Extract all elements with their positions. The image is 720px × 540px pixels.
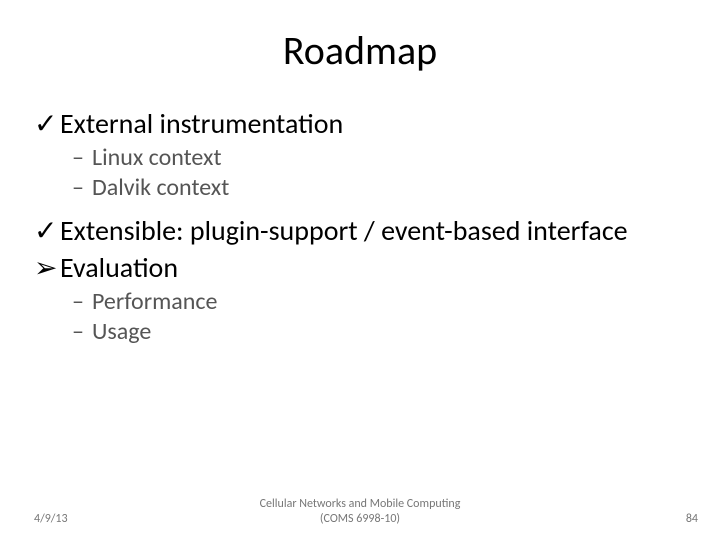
dash-icon: – — [72, 143, 92, 173]
bullet-level2: –Dalvik context — [72, 173, 690, 203]
bullet-text: Linux context — [92, 143, 222, 172]
bullet-text: Performance — [92, 287, 217, 316]
dash-icon: – — [72, 317, 92, 347]
footer-center: Cellular Networks and Mobile Computing (… — [0, 497, 720, 526]
check-icon: ✓ — [34, 213, 60, 248]
footer-center-line2: (COMS 6998-10) — [0, 512, 720, 526]
footer-center-line1: Cellular Networks and Mobile Computing — [0, 497, 720, 511]
bullet-level1: ✓External instrumentation — [34, 106, 690, 141]
bullet-text: Usage — [92, 317, 151, 346]
bullet-text: External instrumentation — [60, 106, 343, 141]
bullet-level1: ➢Evaluation — [34, 250, 690, 285]
slide-title: Roadmap — [0, 0, 720, 75]
bullet-text: Evaluation — [60, 250, 178, 285]
bullet-level2: –Usage — [72, 317, 690, 347]
footer-page-number: 84 — [686, 512, 698, 526]
slide-content: ✓External instrumentation –Linux context… — [34, 106, 690, 357]
dash-icon: – — [72, 173, 92, 203]
bullet-group-1: ✓External instrumentation –Linux context… — [34, 106, 690, 203]
bullet-level2: –Linux context — [72, 143, 690, 173]
bullet-text: Dalvik context — [92, 173, 229, 202]
arrow-icon: ➢ — [34, 250, 60, 285]
bullet-group-2: ✓Extensible: plugin-support / event-base… — [34, 213, 690, 347]
bullet-text: Extensible: plugin-support / event-based… — [60, 213, 628, 248]
bullet-level2: –Performance — [72, 287, 690, 317]
bullet-level1: ✓Extensible: plugin-support / event-base… — [34, 213, 690, 248]
dash-icon: – — [72, 287, 92, 317]
slide-footer: 4/9/13 Cellular Networks and Mobile Comp… — [0, 498, 720, 526]
check-icon: ✓ — [34, 106, 60, 141]
slide: Roadmap ✓External instrumentation –Linux… — [0, 0, 720, 540]
